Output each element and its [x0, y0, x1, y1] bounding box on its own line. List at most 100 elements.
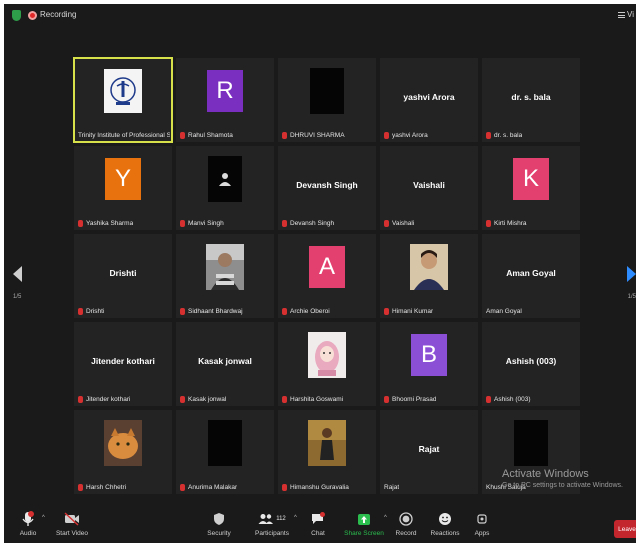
participant-name-label: yashvi Arora — [384, 132, 428, 139]
participant-name-label: Himani Kumar — [384, 308, 433, 315]
participant-name: Himani Kumar — [392, 308, 434, 315]
participants-button[interactable]: 112 Participants — [250, 510, 294, 537]
record-icon — [399, 512, 413, 526]
zoom-meeting-window: Recording Vi 1/5 1/5 Trinity Institute o… — [4, 4, 636, 543]
participant-tile[interactable]: Harsh Chhetri — [74, 410, 172, 494]
participant-name: yashvi Arora — [392, 132, 428, 139]
participant-name: dr. s. bala — [494, 132, 523, 139]
participant-tile[interactable]: B Bhoomi Prasad — [380, 322, 478, 406]
participant-tile[interactable]: Kasak jonwal Kasak jonwal — [176, 322, 274, 406]
mic-muted-icon — [78, 484, 83, 491]
participant-tile[interactable]: Sidhaant Bhardwaj — [176, 234, 274, 318]
participant-tile[interactable]: yashvi Arora yashvi Arora — [380, 58, 478, 142]
audio-options-caret-icon[interactable]: ^ — [42, 515, 45, 521]
participant-tile[interactable]: DHRUVI SHARMA — [278, 58, 376, 142]
video-off-icon — [64, 512, 79, 526]
participant-name: Kirti Mishra — [494, 220, 527, 227]
participant-tile[interactable]: Trinity Institute of Professional St... — [73, 57, 173, 143]
participant-tile[interactable]: Manvi Singh — [176, 146, 274, 230]
apps-label: Apps — [474, 530, 490, 537]
chat-button[interactable]: Chat — [304, 510, 332, 537]
participant-avatar: K — [513, 158, 549, 200]
top-bar: Recording Vi — [4, 4, 636, 28]
share-options-caret-icon[interactable]: ^ — [384, 515, 387, 521]
mic-muted-icon — [384, 220, 389, 227]
participant-name: Archie Oberoi — [290, 308, 330, 315]
participant-video-photo — [308, 332, 346, 378]
participant-video-photo — [308, 420, 346, 466]
participant-video-photo — [104, 420, 142, 466]
reactions-label: Reactions — [430, 530, 460, 537]
participant-video-off — [208, 156, 242, 202]
participant-name-label: Harshita Goswami — [282, 396, 343, 403]
leave-button[interactable]: Leave — [614, 520, 636, 538]
participant-tile[interactable]: Aman Goyal Aman Goyal — [482, 234, 580, 318]
participant-name-label: Bhoomi Prasad — [384, 396, 436, 403]
participant-name-label: Anurima Malakar — [180, 484, 237, 491]
reactions-button[interactable]: Reactions — [428, 510, 462, 537]
start-video-button[interactable]: Start Video — [52, 510, 92, 537]
recording-icon — [28, 11, 37, 20]
microphone-icon — [22, 511, 34, 526]
record-button[interactable]: Record — [392, 510, 420, 537]
security-shield-toolbar-icon — [214, 513, 224, 525]
record-label: Record — [395, 530, 417, 537]
participant-name-label: Harsh Chhetri — [78, 484, 126, 491]
participant-tile[interactable]: Vaishali Vaishali — [380, 146, 478, 230]
participant-display-name: yashvi Arora — [403, 92, 455, 102]
apps-button[interactable]: Apps — [470, 510, 494, 537]
mic-muted-icon — [180, 132, 185, 139]
participant-video-off — [514, 420, 548, 466]
participant-tile[interactable]: A Archie Oberoi — [278, 234, 376, 318]
participant-tile[interactable]: Anurima Malakar — [176, 410, 274, 494]
participant-tile[interactable]: Harshita Goswami — [278, 322, 376, 406]
participant-name-label: Ashish (003) — [486, 396, 531, 403]
mic-muted-icon — [384, 132, 389, 139]
mic-muted-icon — [282, 132, 287, 139]
participant-tile[interactable]: Devansh Singh Devansh Singh — [278, 146, 376, 230]
participant-tile[interactable]: dr. s. bala dr. s. bala — [482, 58, 580, 142]
mic-muted-icon — [180, 396, 185, 403]
participant-tile[interactable]: Y Yashika Sharma — [74, 146, 172, 230]
next-page-arrow-icon[interactable] — [627, 266, 636, 282]
participant-tile[interactable]: Himanshu Guravalia — [278, 410, 376, 494]
mic-muted-icon — [486, 132, 491, 139]
participant-video-photo — [410, 244, 448, 290]
participants-label: Participants — [255, 530, 289, 537]
share-screen-button[interactable]: Share Screen — [342, 510, 386, 537]
participant-name: Jitender kothari — [86, 396, 131, 403]
participant-display-name: Devansh Singh — [296, 180, 358, 190]
participant-name-label: dr. s. bala — [486, 132, 522, 139]
participant-tile[interactable]: Ashish (003) Ashish (003) — [482, 322, 580, 406]
security-label: Security — [207, 530, 231, 537]
participant-name-label: Sidhaant Bhardwaj — [180, 308, 243, 315]
security-button[interactable]: Security — [204, 510, 234, 537]
mic-muted-icon — [282, 308, 287, 315]
participant-name: Kasak jonwal — [188, 396, 227, 403]
share-screen-label: Share Screen — [344, 530, 384, 537]
participant-video-off — [310, 68, 344, 114]
security-shield-icon[interactable] — [12, 10, 21, 21]
mic-muted-icon — [486, 396, 491, 403]
participant-tile[interactable]: Drishti Drishti — [74, 234, 172, 318]
previous-page-arrow-icon[interactable] — [13, 266, 22, 282]
participant-name: Vaishali — [392, 220, 415, 227]
mic-muted-icon — [384, 308, 389, 315]
participant-display-name: Vaishali — [413, 180, 445, 190]
participant-name: Harsh Chhetri — [86, 484, 127, 491]
meeting-toolbar: Audio ^ Start Video Security 112 Partici… — [4, 507, 636, 543]
mic-muted-icon — [180, 308, 185, 315]
participant-tile[interactable]: R Rahul Shamota — [176, 58, 274, 142]
participants-options-caret-icon[interactable]: ^ — [294, 515, 297, 521]
participant-display-name: dr. s. bala — [511, 92, 551, 102]
participant-name: Devansh Singh — [290, 220, 335, 227]
participant-avatar: A — [309, 246, 345, 288]
audio-button[interactable]: Audio — [14, 510, 42, 537]
participant-tile[interactable]: K Kirti Mishra — [482, 146, 580, 230]
view-button[interactable]: Vi — [618, 10, 634, 19]
participant-tile[interactable]: Rajat Rajat — [380, 410, 478, 494]
participant-name-label: Rajat — [384, 484, 399, 491]
participant-tile[interactable]: Jitender kothari Jitender kothari — [74, 322, 172, 406]
participant-tile[interactable]: Himani Kumar — [380, 234, 478, 318]
participant-name: Trinity Institute of Professional St... — [78, 132, 170, 139]
